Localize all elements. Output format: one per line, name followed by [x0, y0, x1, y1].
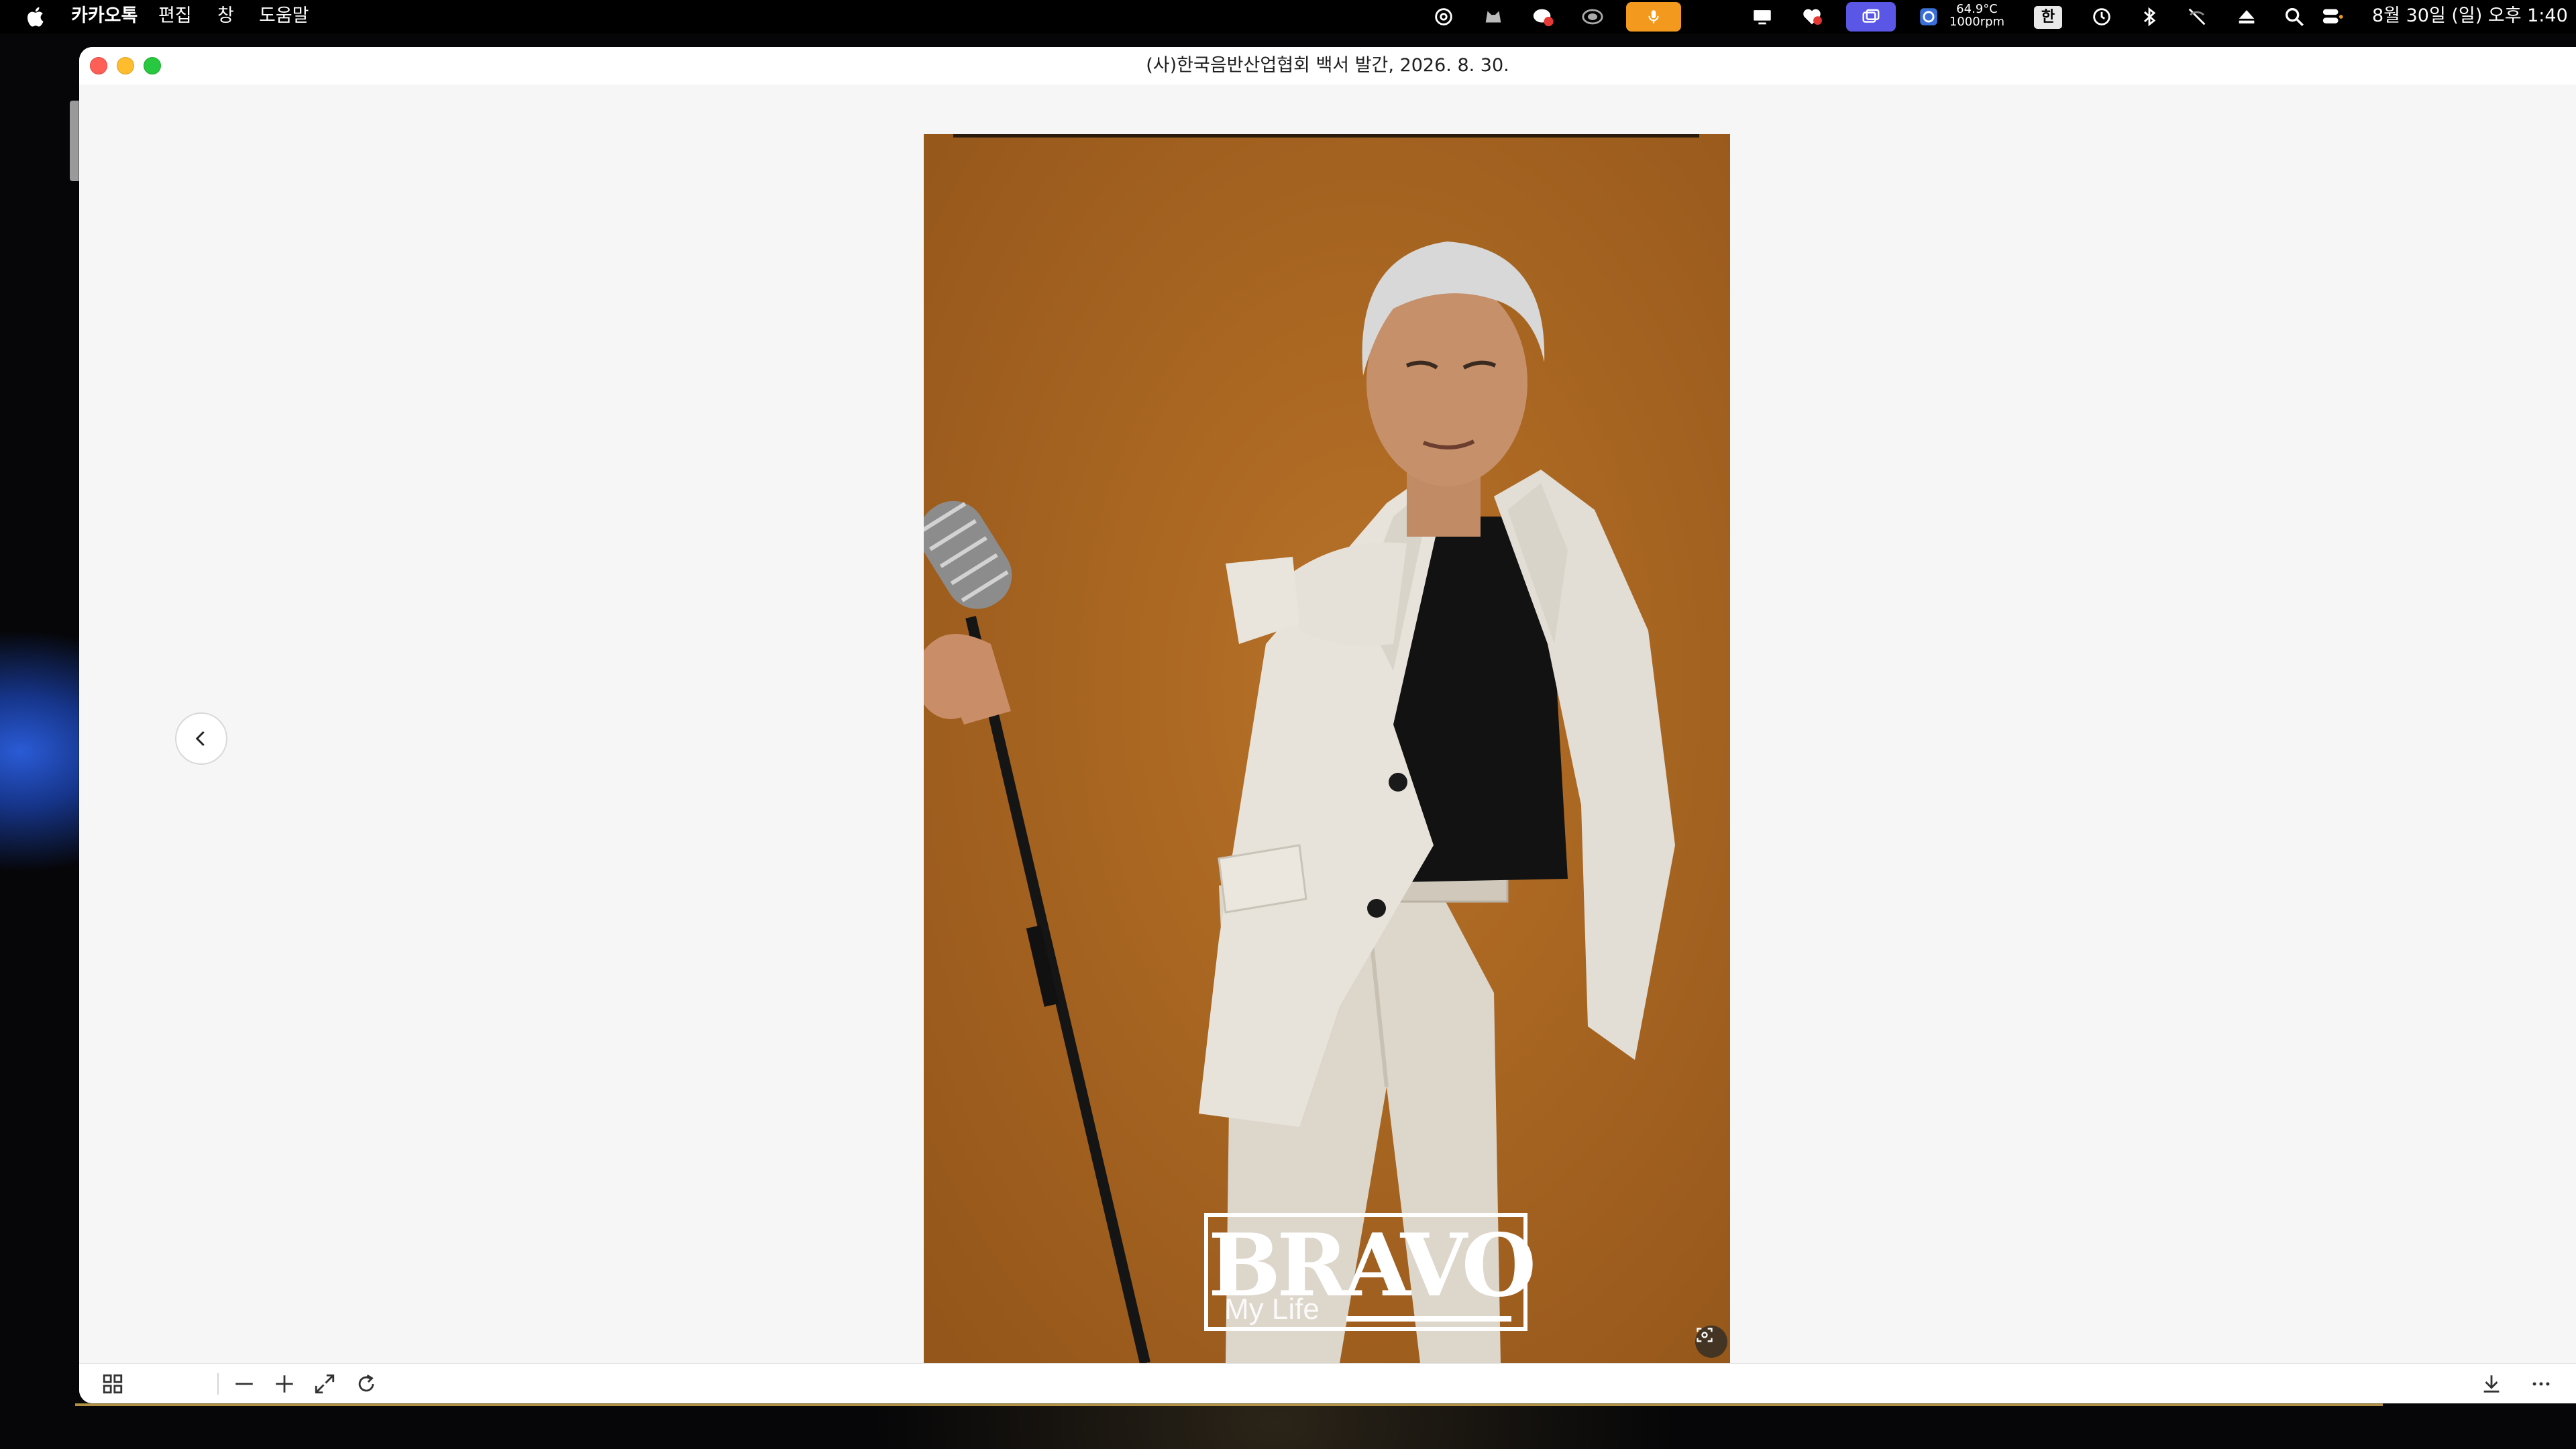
heart-icon[interactable]	[1799, 5, 1825, 29]
menu-window[interactable]: 창	[217, 5, 234, 28]
grid-view-icon	[103, 1374, 123, 1394]
window-title: (사)한국음반산업협회 백서 발간, 2026. 8. 30.	[1146, 55, 1509, 76]
chevron-left-icon	[195, 731, 205, 747]
temperature-value: 64.9°C	[1956, 2, 1998, 16]
menubar-clock[interactable]: 8월 30일 (일) 오후 1:40	[2372, 5, 2568, 28]
screen-share-icon[interactable]	[1846, 2, 1896, 32]
bluetooth-icon[interactable]	[2137, 5, 2162, 29]
chatgpt-icon[interactable]	[1431, 5, 1456, 29]
photo-illustration	[924, 134, 1730, 1363]
zoom-in-button[interactable]	[267, 1366, 302, 1401]
bottom-toolbar	[79, 1363, 2576, 1403]
kakaotalk-icon[interactable]	[1530, 5, 1556, 29]
apple-icon[interactable]	[24, 4, 48, 30]
eject-icon[interactable]	[2234, 5, 2259, 29]
fan-monitor-icon[interactable]	[1916, 5, 1941, 29]
wifi-off-icon[interactable]	[2184, 5, 2210, 29]
time-machine-icon[interactable]	[2089, 5, 2114, 29]
more-icon	[2532, 1382, 2550, 1386]
display-icon[interactable]	[1750, 5, 1775, 29]
download-button[interactable]	[2474, 1366, 2509, 1401]
menu-help[interactable]: 도움말	[259, 5, 309, 28]
zoom-out-button[interactable]	[227, 1366, 262, 1401]
close-button[interactable]	[90, 57, 107, 74]
image-viewer-window: (사)한국음반산업협회 백서 발간, 2026. 8. 30. BRAVO My…	[79, 47, 2576, 1403]
bravo-logo: BRAVO My Life	[1204, 1213, 1536, 1331]
fit-screen-icon	[315, 1374, 335, 1394]
rotate-icon	[358, 1375, 374, 1392]
vpn-icon[interactable]	[1580, 5, 1605, 29]
text-scan-icon[interactable]	[1695, 1326, 1727, 1358]
download-icon	[2483, 1375, 2500, 1393]
minimize-button[interactable]	[117, 57, 134, 74]
menu-edit[interactable]: 편집	[158, 5, 192, 28]
previous-image-button[interactable]	[175, 712, 227, 765]
more-options-button[interactable]	[2524, 1366, 2559, 1401]
menu-app-name[interactable]: 카카오톡	[71, 5, 138, 28]
zoom-in-icon	[276, 1375, 293, 1393]
bravo-logo-subtext: My Life	[1224, 1293, 1320, 1326]
bravo-logo-underline	[1346, 1316, 1511, 1322]
dock-edge	[75, 1403, 2383, 1406]
toolbar-divider	[217, 1373, 219, 1395]
search-icon[interactable]	[2282, 5, 2307, 29]
input-method-indicator[interactable]: 한	[2034, 6, 2062, 29]
background-window-edge	[70, 101, 79, 181]
displayed-photo[interactable]: BRAVO My Life	[924, 134, 1730, 1363]
grid-view-button[interactable]	[95, 1366, 130, 1401]
fit-screen-button[interactable]	[307, 1366, 342, 1401]
image-viewer-content: BRAVO My Life	[79, 85, 2576, 1363]
cat-icon[interactable]	[1481, 5, 1506, 29]
photo-top-border	[953, 134, 1699, 138]
zoom-out-icon	[235, 1383, 253, 1385]
maximize-button[interactable]	[144, 57, 161, 74]
title-bar[interactable]: (사)한국음반산업협회 백서 발간, 2026. 8. 30.	[79, 47, 2576, 85]
temperature-readout[interactable]: 64.9°C 1000rpm	[1945, 3, 2008, 31]
microphone-icon[interactable]	[1626, 2, 1681, 32]
fan-speed-value: 1000rpm	[1949, 15, 2005, 29]
control-center-icon[interactable]	[2320, 5, 2345, 29]
rotate-button[interactable]	[349, 1366, 384, 1401]
menu-bar: 카카오톡 편집 창 도움말 64.9°C 1000rpm 한 8월 30일 (일…	[0, 0, 2576, 34]
